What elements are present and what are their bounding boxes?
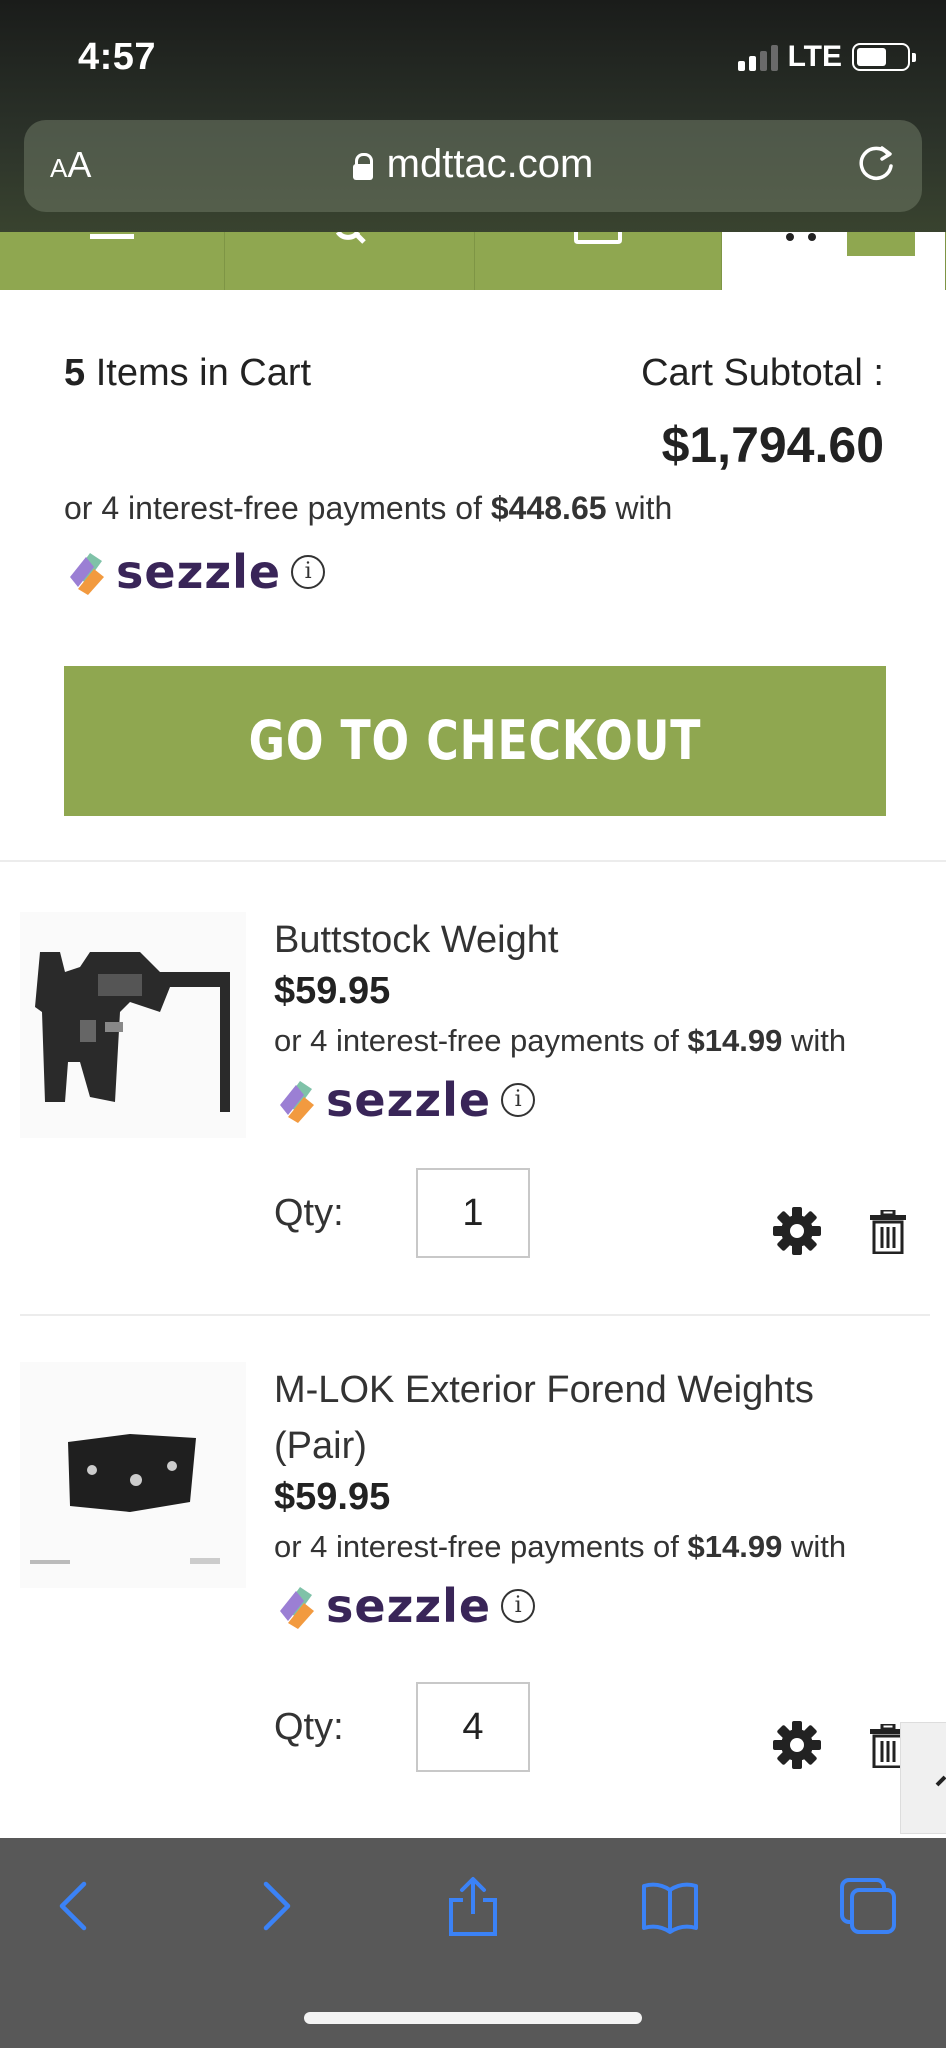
trash-icon[interactable] bbox=[870, 1210, 906, 1254]
cart-icon bbox=[786, 233, 816, 241]
chevron-up-icon bbox=[935, 1775, 946, 1787]
forward-icon[interactable] bbox=[244, 1876, 304, 1936]
reload-icon[interactable] bbox=[852, 140, 900, 188]
scroll-to-top-tab[interactable] bbox=[900, 1722, 946, 1834]
item-price: $59.95 bbox=[274, 1476, 391, 1518]
item-installment-prefix: or 4 interest-free payments of bbox=[274, 1023, 679, 1058]
share-icon[interactable] bbox=[443, 1876, 503, 1936]
checkout-button[interactable]: GO TO CHECKOUT bbox=[64, 666, 886, 816]
lock-icon bbox=[352, 153, 373, 180]
info-icon[interactable]: i bbox=[501, 1083, 536, 1117]
checkout-label: GO TO CHECKOUT bbox=[248, 709, 702, 772]
cart-installment-info: or 4 interest-free payments of $448.65 w… bbox=[64, 490, 672, 599]
cart-summary: 5 Items in Cart Cart Subtotal : $1,794.6… bbox=[64, 352, 884, 473]
nav-search-button[interactable] bbox=[225, 232, 475, 290]
installment-prefix: or 4 interest-free payments of bbox=[64, 490, 482, 526]
sezzle-mark-icon bbox=[280, 1587, 314, 1629]
info-icon[interactable]: i bbox=[291, 555, 326, 589]
divider bbox=[0, 860, 946, 862]
signal-icon bbox=[737, 43, 778, 71]
nav-menu-button[interactable] bbox=[0, 232, 225, 290]
item-installment-suffix: with bbox=[791, 1529, 847, 1564]
cart-badge bbox=[847, 232, 915, 256]
tabs-icon[interactable] bbox=[838, 1876, 898, 1936]
address-bar[interactable]: AA mdttac.com bbox=[24, 120, 922, 212]
info-icon[interactable]: i bbox=[501, 1589, 536, 1623]
item-name[interactable]: M-LOK Exterior Forend Weights bbox=[274, 1362, 926, 1418]
sezzle-mark-icon bbox=[70, 553, 104, 595]
menu-icon bbox=[90, 234, 134, 239]
search-icon bbox=[335, 232, 366, 244]
bookmarks-icon[interactable] bbox=[640, 1876, 700, 1936]
installment-suffix: with bbox=[615, 490, 673, 526]
battery-icon bbox=[852, 43, 916, 71]
buttstock-image bbox=[20, 912, 246, 1138]
qty-label: Qty: bbox=[274, 1192, 344, 1234]
gear-icon[interactable] bbox=[772, 1720, 822, 1770]
account-icon bbox=[574, 232, 622, 244]
sezzle-wordmark: sezzle bbox=[326, 1073, 492, 1127]
item-name[interactable]: Buttstock Weight bbox=[274, 912, 926, 968]
installment-amount: $448.65 bbox=[490, 490, 607, 526]
subtotal-label: Cart Subtotal : bbox=[641, 352, 884, 394]
sezzle-logo[interactable]: sezzle bbox=[274, 1579, 491, 1633]
item-info: M-LOK Exterior Forend Weights (Pair) $59… bbox=[274, 1362, 926, 1633]
back-icon[interactable] bbox=[46, 1876, 106, 1936]
network-type: LTE bbox=[787, 40, 842, 73]
home-indicator bbox=[304, 2012, 642, 2024]
items-in-cart-label: Items in Cart bbox=[95, 352, 312, 394]
item-installment-amount: $14.99 bbox=[687, 1529, 783, 1564]
url-display[interactable]: mdttac.com bbox=[24, 142, 922, 187]
product-image[interactable] bbox=[20, 1362, 246, 1588]
sezzle-wordmark: sezzle bbox=[116, 545, 282, 599]
site-nav bbox=[0, 232, 946, 290]
qty-input[interactable]: 4 bbox=[416, 1682, 530, 1772]
sezzle-logo[interactable]: sezzle bbox=[274, 1073, 491, 1127]
status-time: 4:57 bbox=[78, 36, 157, 78]
status-indicators: LTE bbox=[737, 40, 916, 74]
sezzle-mark-icon bbox=[280, 1081, 314, 1123]
browser-toolbar bbox=[0, 1838, 946, 2048]
product-image[interactable] bbox=[20, 912, 246, 1138]
qty-input[interactable]: 1 bbox=[416, 1168, 530, 1258]
item-installment: or 4 interest-free payments of $14.99 wi… bbox=[274, 1023, 926, 1059]
item-name-continued[interactable]: (Pair) bbox=[274, 1418, 926, 1474]
forend-weights-image bbox=[20, 1362, 246, 1588]
divider bbox=[20, 1314, 930, 1316]
sezzle-wordmark: sezzle bbox=[326, 1579, 492, 1633]
gear-icon[interactable] bbox=[772, 1206, 822, 1256]
item-installment-amount: $14.99 bbox=[687, 1023, 783, 1058]
cart-item-count: 5 bbox=[64, 352, 86, 394]
url-text: mdttac.com bbox=[386, 142, 594, 186]
sezzle-logo[interactable]: sezzle bbox=[64, 545, 281, 599]
nav-cart-button[interactable] bbox=[722, 232, 946, 290]
subtotal-value: $1,794.60 bbox=[661, 417, 884, 473]
browser-top-chrome: 4:57 LTE AA mdttac.com bbox=[0, 0, 946, 232]
nav-account-button[interactable] bbox=[475, 232, 722, 290]
item-price: $59.95 bbox=[274, 970, 391, 1012]
item-installment-prefix: or 4 interest-free payments of bbox=[274, 1529, 679, 1564]
qty-label: Qty: bbox=[274, 1706, 344, 1748]
item-installment: or 4 interest-free payments of $14.99 wi… bbox=[274, 1529, 926, 1565]
item-info: Buttstock Weight $59.95 or 4 interest-fr… bbox=[274, 912, 926, 1127]
item-installment-suffix: with bbox=[791, 1023, 847, 1058]
